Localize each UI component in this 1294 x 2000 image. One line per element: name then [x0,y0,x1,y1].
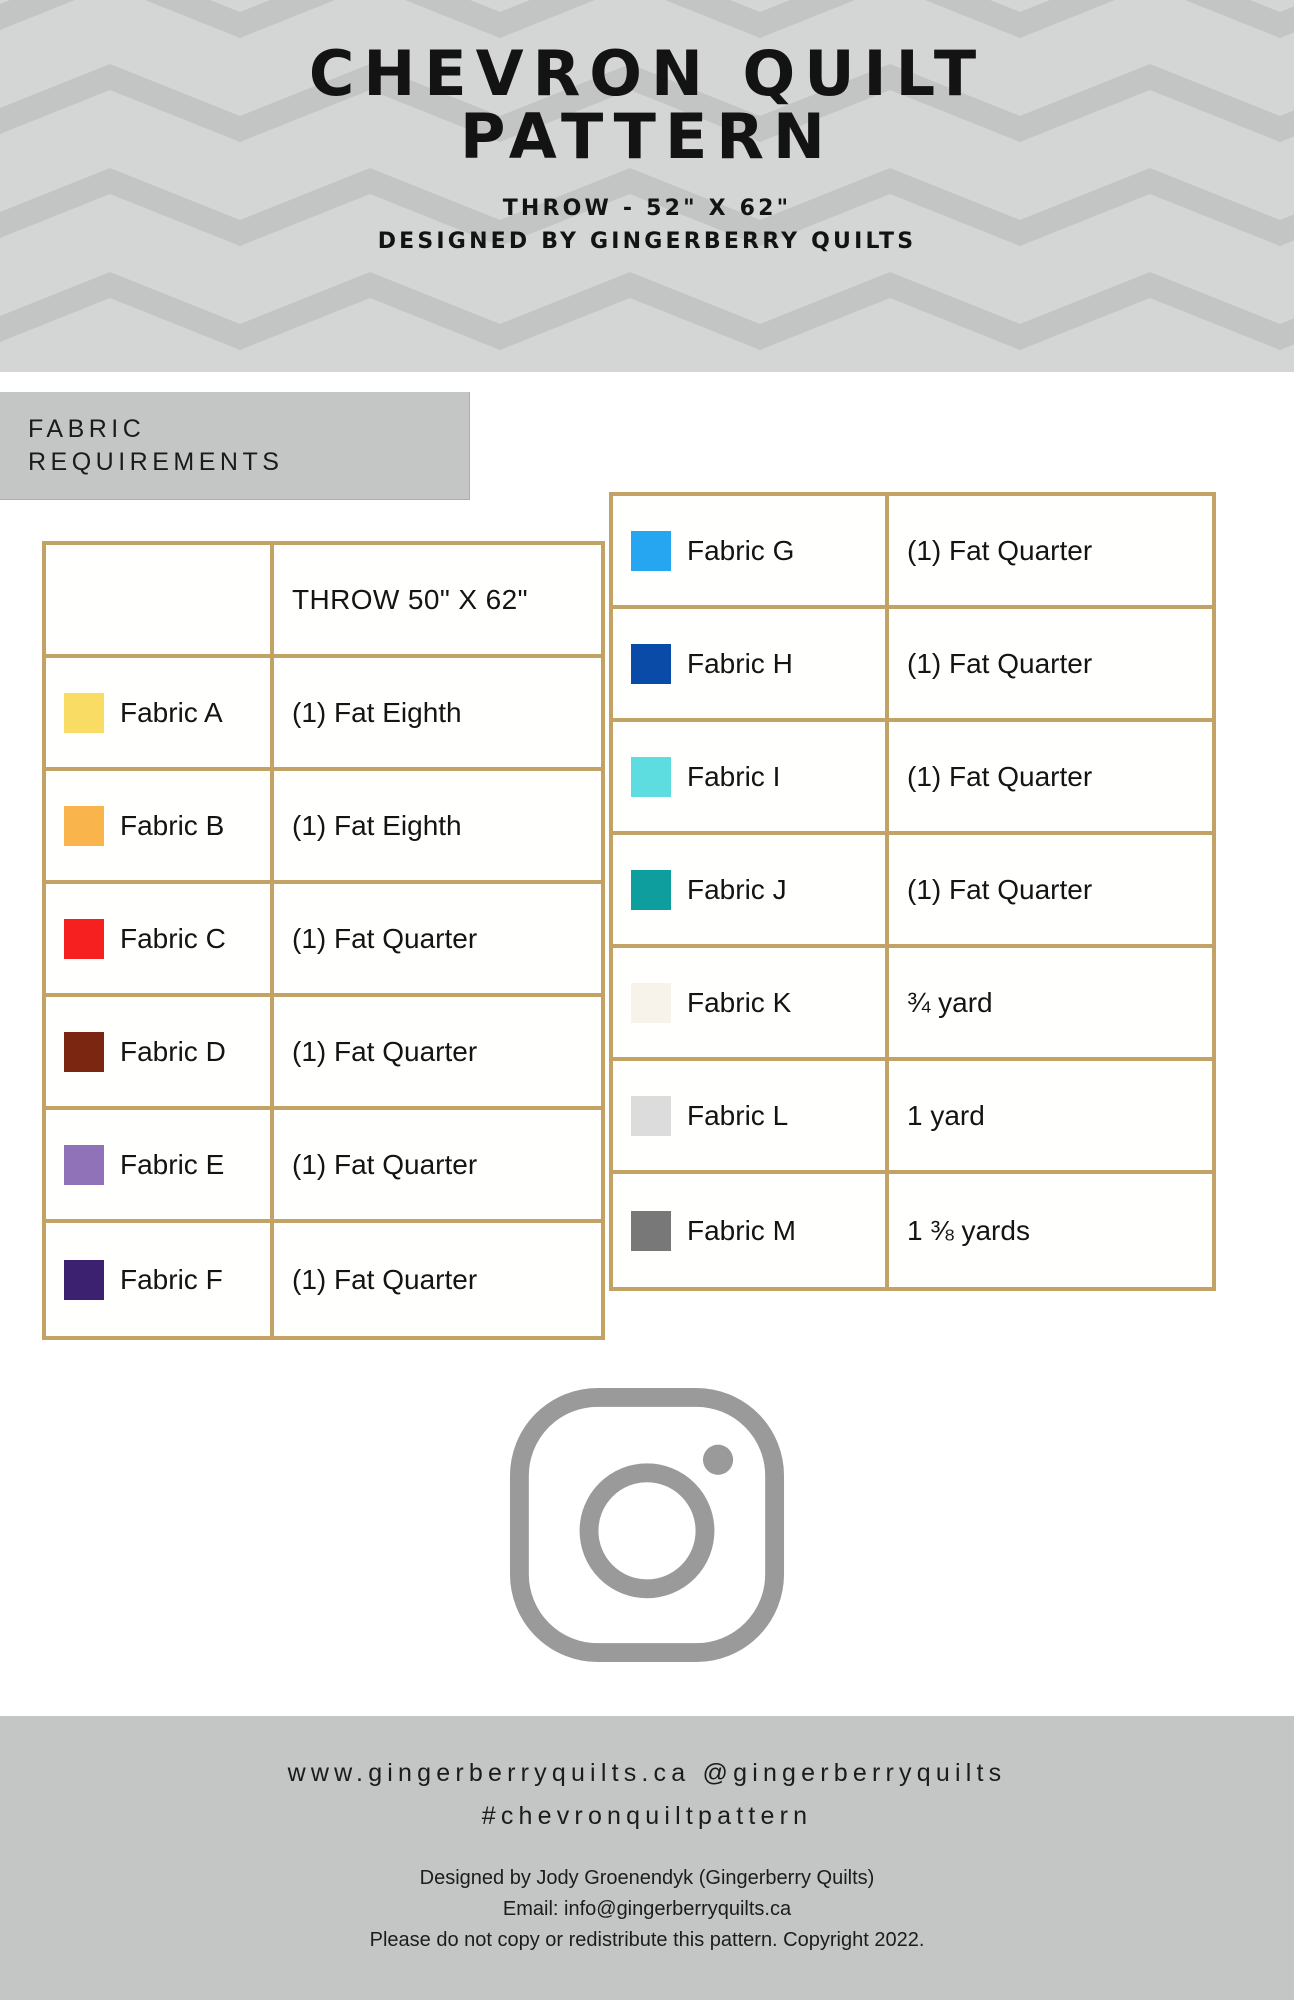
page-title: CHEVRON QUILT PATTERN [0,37,1294,174]
footer-designer-credit: Designed by Jody Groenendyk (Gingerberry… [419,1867,875,1889]
table-row: Fabric C (1) Fat Quarter [46,884,601,997]
instagram-dot-icon [702,1444,734,1475]
page-title-line1: CHEVRON QUILT [308,37,986,110]
table-row: Fabric L 1 yard [613,1061,1212,1174]
page-footer: www.gingerberryquilts.ca @gingerberryqui… [0,1716,1294,2000]
fabric-swatch-g [631,530,671,571]
section-label-line1: FABRIC [28,414,146,443]
section-label-fabric-requirements: FABRIC REQUIREMENTS [0,392,470,500]
footer-copyright: Please do not copy or redistribute this … [369,1929,925,1951]
fabric-label-d: Fabric D [120,1035,226,1067]
fabric-swatch-f [64,1259,104,1300]
fabric-label-e: Fabric E [120,1148,225,1180]
table-row: Fabric G (1) Fat Quarter [613,496,1212,609]
header-cell-size: THROW 50" X 62" [274,545,601,658]
fabric-name-cell: Fabric M [613,1174,889,1287]
fabric-amount-l: 1 yard [889,1061,1212,1174]
section-label-line2: REQUIREMENTS [28,447,284,476]
fabric-label-g: Fabric G [687,534,795,566]
fabric-label-m: Fabric M [687,1214,796,1246]
table-row: Fabric A (1) Fat Eighth [46,658,601,771]
fabric-amount-d: (1) Fat Quarter [274,997,601,1110]
fabric-label-b: Fabric B [120,809,225,841]
fabric-swatch-l [631,1095,671,1136]
social-icon-row [0,1380,1294,1670]
fabric-amount-h: (1) Fat Quarter [889,609,1212,722]
table-row: Fabric E (1) Fat Quarter [46,1110,601,1223]
fabric-swatch-k [631,982,671,1023]
fabric-label-l: Fabric L [687,1099,789,1131]
fabric-requirements-tables: THROW 50" X 62" Fabric A (1) Fat Eighth [42,492,1216,1340]
fabric-amount-f: (1) Fat Quarter [274,1223,601,1336]
fabric-amount-m: 1 ⅜ yards [889,1174,1212,1287]
fabric-swatch-a [64,692,104,733]
fabric-swatch-c [64,918,104,959]
fabric-label-j: Fabric J [687,873,787,905]
fabric-swatch-j [631,869,671,910]
fabric-name-cell: Fabric D [46,997,274,1110]
fabric-amount-e: (1) Fat Quarter [274,1110,601,1223]
page-header: CHEVRON QUILT PATTERN THROW - 52" X 62" … [0,0,1294,372]
fabric-amount-j: (1) Fat Quarter [889,835,1212,948]
table-row: Fabric I (1) Fat Quarter [613,722,1212,835]
fabric-label-h: Fabric H [687,647,793,679]
fabric-name-cell: Fabric F [46,1223,274,1336]
footer-email[interactable]: Email: info@gingerberryquilts.ca [0,1894,1294,1925]
table-row: Fabric H (1) Fat Quarter [613,609,1212,722]
table-row: Fabric K ¾ yard [613,948,1212,1061]
table-row: Fabric F (1) Fat Quarter [46,1223,601,1336]
fabric-name-cell: Fabric I [613,722,889,835]
fabric-label-f: Fabric F [120,1263,223,1295]
footer-hashtag[interactable]: #chevronquiltpattern [0,1795,1294,1838]
fabric-label-k: Fabric K [687,986,792,1018]
header-cell-blank [46,545,274,658]
fabric-swatch-i [631,756,671,797]
fabric-name-cell: Fabric A [46,658,274,771]
fabric-amount-c: (1) Fat Quarter [274,884,601,997]
instagram-frame-icon [509,1387,785,1663]
fabric-label-c: Fabric C [120,922,226,954]
page-title-line2: PATTERN [460,100,834,174]
fabric-name-cell: Fabric C [46,884,274,997]
page-subtitle-size: THROW - 52" X 62" [502,196,792,222]
fabric-swatch-m [631,1210,671,1251]
fabric-name-cell: Fabric K [613,948,889,1061]
table-header-row: THROW 50" X 62" [46,545,601,658]
fabric-name-cell: Fabric J [613,835,889,948]
page-subtitle-designer: DESIGNED BY GINGERBERRY QUILTS [377,229,917,255]
page-subtitle: THROW - 52" X 62" DESIGNED BY GINGERBERR… [0,192,1294,258]
footer-fine-print: Designed by Jody Groenendyk (Gingerberry… [0,1863,1294,1956]
fabric-name-cell: Fabric L [613,1061,889,1174]
fabric-amount-a: (1) Fat Eighth [274,658,601,771]
fabric-label-a: Fabric A [120,696,223,728]
fabric-table-left: THROW 50" X 62" Fabric A (1) Fat Eighth [42,541,605,1340]
fabric-name-cell: Fabric H [613,609,889,722]
table-row: Fabric D (1) Fat Quarter [46,997,601,1110]
fabric-amount-i: (1) Fat Quarter [889,722,1212,835]
fabric-table-right: Fabric G (1) Fat Quarter Fabric H (1) Fa… [609,492,1216,1291]
table-row: Fabric M 1 ⅜ yards [613,1174,1212,1287]
footer-website-handle[interactable]: www.gingerberryquilts.ca @gingerberryqui… [0,1752,1294,1795]
table-row: Fabric J (1) Fat Quarter [613,835,1212,948]
fabric-swatch-b [64,805,104,846]
fabric-name-cell: Fabric G [613,496,889,609]
fabric-name-cell: Fabric B [46,771,274,884]
table-row: Fabric B (1) Fat Eighth [46,771,601,884]
fabric-name-cell: Fabric E [46,1110,274,1223]
fabric-amount-k: ¾ yard [889,948,1212,1061]
pattern-page: CHEVRON QUILT PATTERN THROW - 52" X 62" … [0,0,1294,2000]
fabric-swatch-e [64,1144,104,1185]
footer-handles: www.gingerberryquilts.ca @gingerberryqui… [0,1752,1294,1837]
fabric-amount-b: (1) Fat Eighth [274,771,601,884]
instagram-icon[interactable] [502,1380,792,1670]
instagram-lens-icon [579,1463,715,1599]
fabric-swatch-h [631,643,671,684]
fabric-label-i: Fabric I [687,760,781,792]
fabric-swatch-d [64,1031,104,1072]
fabric-amount-g: (1) Fat Quarter [889,496,1212,609]
header-text-block: CHEVRON QUILT PATTERN THROW - 52" X 62" … [0,0,1294,258]
